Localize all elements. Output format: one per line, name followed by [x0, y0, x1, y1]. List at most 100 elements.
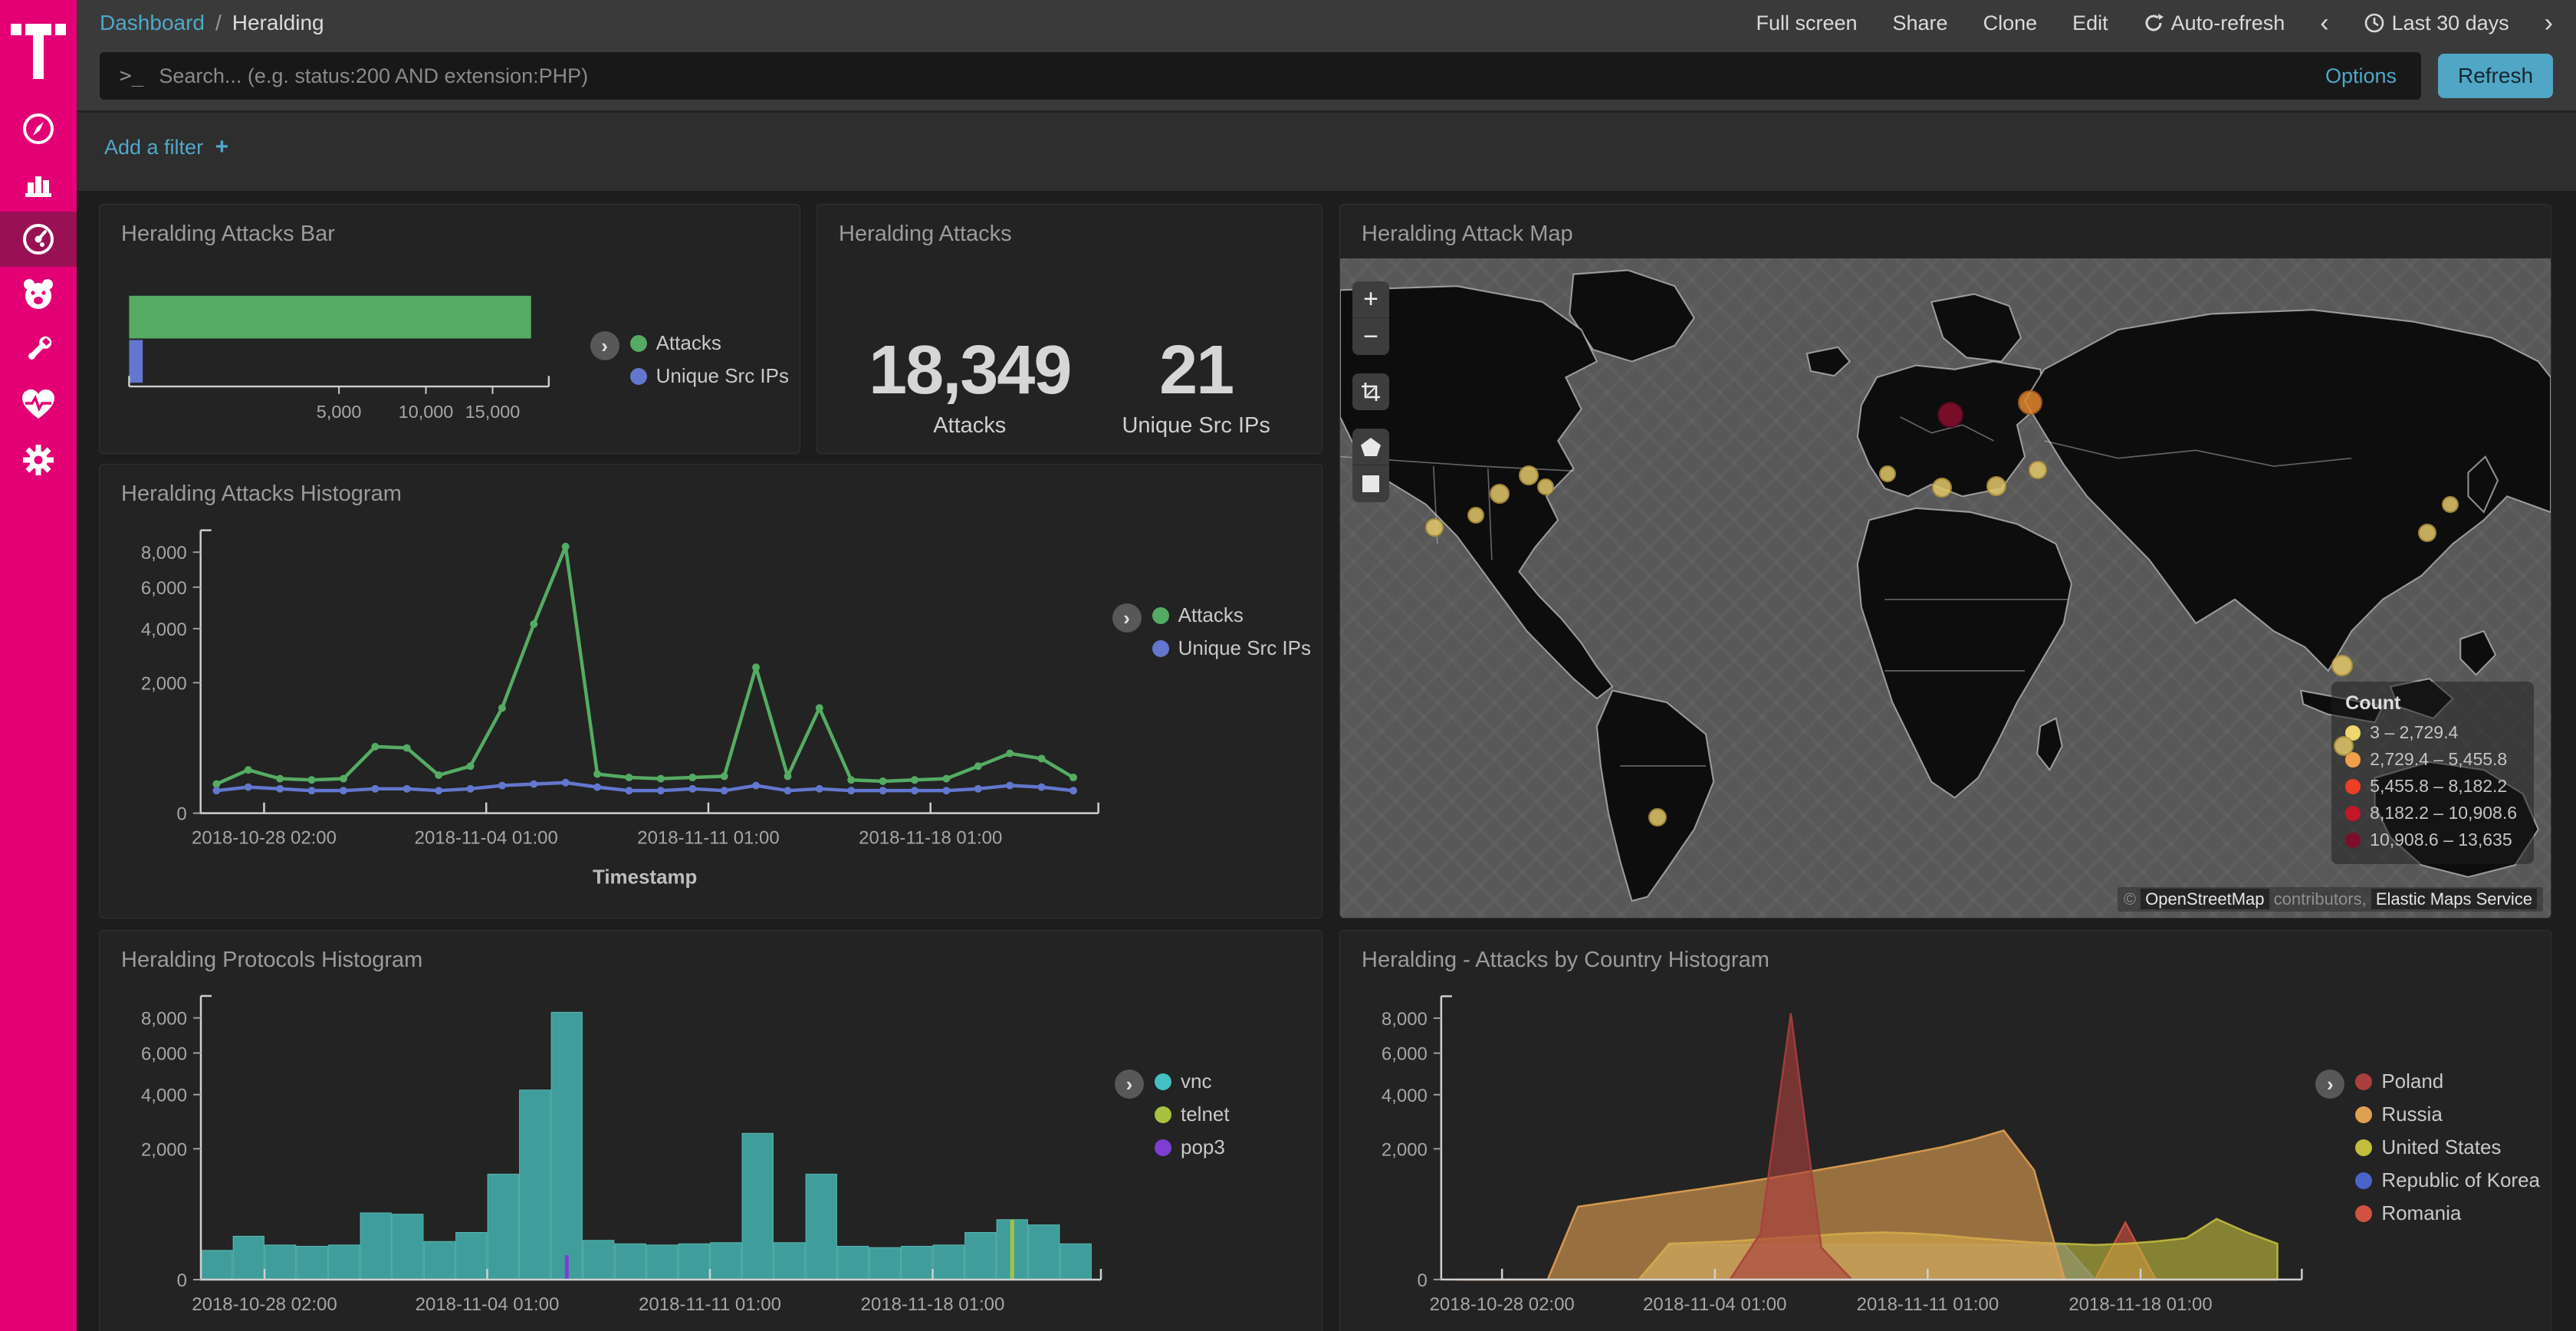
- legend-item-republic-of-korea[interactable]: Republic of Korea: [2355, 1168, 2540, 1192]
- refresh-icon: [2144, 13, 2164, 33]
- osm-link[interactable]: OpenStreetMap: [2141, 889, 2269, 909]
- action-full-screen[interactable]: Full screen: [1756, 12, 1857, 35]
- map-legend-bucket: 5,455.8 – 8,182.2: [2345, 776, 2517, 797]
- legend-item-unique-src-ips[interactable]: Unique Src IPs: [630, 364, 789, 388]
- sidebar-item-discover[interactable]: [0, 101, 77, 156]
- attacks-histogram-legend: › Attacks Unique Src IPs: [1112, 603, 1311, 908]
- map-marker[interactable]: [1537, 478, 1554, 495]
- panel-title: Heralding Attack Map: [1340, 205, 2551, 258]
- map-marker[interactable]: [1879, 465, 1896, 482]
- bear-icon: [21, 278, 56, 311]
- map-marker[interactable]: [1937, 402, 1963, 428]
- gauge-icon: [21, 222, 55, 256]
- map-legend-bucket: 8,182.2 – 10,908.6: [2345, 803, 2517, 823]
- action-edit[interactable]: Edit: [2072, 12, 2108, 35]
- time-range-picker[interactable]: Last 30 days: [2364, 12, 2509, 35]
- map-marker[interactable]: [2442, 496, 2459, 513]
- dashboard-grid: Heralding Attacks Bar 5,00010,00015,000 …: [77, 191, 2576, 1331]
- map-draw-polygon-button[interactable]: [1352, 429, 1389, 465]
- map-marker[interactable]: [2418, 524, 2436, 542]
- bucket-range: 2,729.4 – 5,455.8: [2370, 749, 2507, 770]
- legend-toggle[interactable]: ›: [2315, 1070, 2344, 1099]
- legend-label: telnet: [1181, 1103, 1230, 1126]
- legend-label: Unique Src IPs: [1178, 636, 1311, 660]
- breadcrumb-page-title: Heralding: [232, 11, 324, 35]
- legend-toggle[interactable]: ›: [1112, 603, 1142, 633]
- filter-bar: Add a filter +: [77, 110, 2576, 191]
- map-marker[interactable]: [1425, 518, 1444, 537]
- map-marker[interactable]: [2334, 736, 2354, 756]
- sidebar-item-visualize[interactable]: [0, 156, 77, 212]
- legend-item-telnet[interactable]: telnet: [1155, 1103, 1230, 1126]
- map-fit-bounds-button[interactable]: [1352, 373, 1389, 410]
- action-share[interactable]: Share: [1893, 12, 1948, 35]
- panel-title: Heralding - Attacks by Country Histogram: [1340, 931, 2551, 984]
- legend-label: Attacks: [1178, 603, 1244, 627]
- metric-label: Unique Src IPs: [1122, 413, 1270, 439]
- legend-item-pop3[interactable]: pop3: [1155, 1135, 1230, 1159]
- map-marker[interactable]: [2018, 390, 2042, 415]
- map-legend-title: Count: [2345, 692, 2517, 715]
- legend-toggle[interactable]: ›: [590, 331, 619, 360]
- map-legend-bucket: 3 – 2,729.4: [2345, 722, 2517, 743]
- svg-text:2018-10-28 02:00: 2018-10-28 02:00: [1430, 1294, 1575, 1315]
- protocols-bar-chart: 02,0004,0006,0008,0002018-10-28 02:00201…: [110, 987, 1115, 1331]
- map-marker[interactable]: [1490, 484, 1510, 504]
- auto-refresh-button[interactable]: Auto-refresh: [2144, 12, 2285, 35]
- add-filter-link[interactable]: Add a filter +: [104, 136, 228, 159]
- sidebar-item-dev-tools[interactable]: [0, 322, 77, 377]
- svg-text:6,000: 6,000: [141, 578, 187, 599]
- ems-link[interactable]: Elastic Maps Service: [2371, 889, 2537, 909]
- sidebar-item-monitoring[interactable]: [0, 377, 77, 432]
- legend-dot: [2355, 1106, 2372, 1123]
- search-input[interactable]: [159, 64, 2305, 88]
- bucket-range: 8,182.2 – 10,908.6: [2370, 803, 2517, 823]
- legend-item-attacks[interactable]: Attacks: [1152, 603, 1311, 627]
- legend-label: Republic of Korea: [2381, 1168, 2540, 1192]
- legend-item-romania[interactable]: Romania: [2355, 1201, 2540, 1225]
- svg-text:2,000: 2,000: [1382, 1139, 1428, 1160]
- map-zoom-in-button[interactable]: +: [1352, 281, 1389, 318]
- map-draw-rectangle-button[interactable]: [1352, 465, 1389, 502]
- map-legend-bucket: 2,729.4 – 5,455.8: [2345, 749, 2517, 770]
- bucket-range: 3 – 2,729.4: [2370, 722, 2458, 743]
- time-forward-chevron[interactable]: ›: [2545, 8, 2553, 38]
- map-marker[interactable]: [1648, 808, 1667, 827]
- map-zoom-out-button[interactable]: −: [1352, 318, 1389, 355]
- legend-item-poland[interactable]: Poland: [2355, 1070, 2540, 1093]
- svg-text:2,000: 2,000: [141, 1139, 187, 1160]
- svg-text:0: 0: [176, 804, 186, 825]
- sidebar-item-dashboard[interactable]: [0, 212, 77, 267]
- legend-label: vnc: [1181, 1070, 1211, 1093]
- sidebar-item-t-pot[interactable]: [0, 267, 77, 322]
- world-map[interactable]: + −: [1340, 258, 2551, 918]
- map-marker[interactable]: [1519, 465, 1539, 485]
- svg-text:2018-10-28 02:00: 2018-10-28 02:00: [192, 828, 337, 849]
- breadcrumb-dashboard-link[interactable]: Dashboard: [100, 11, 205, 35]
- map-marker[interactable]: [1986, 476, 2006, 496]
- time-back-chevron[interactable]: ‹: [2320, 8, 2328, 38]
- query-options-link[interactable]: Options: [2325, 64, 2397, 88]
- legend-item-attacks[interactable]: Attacks: [630, 331, 789, 355]
- legend-item-united-states[interactable]: United States: [2355, 1135, 2540, 1159]
- map-marker[interactable]: [2331, 655, 2353, 676]
- breadcrumb: Dashboard / Heralding: [100, 11, 324, 35]
- legend-item-russia[interactable]: Russia: [2355, 1103, 2540, 1126]
- action-clone[interactable]: Clone: [1983, 12, 2038, 35]
- legend-item-unique-src-ips[interactable]: Unique Src IPs: [1152, 636, 1311, 660]
- svg-text:8,000: 8,000: [141, 543, 187, 564]
- legend-dot: [2355, 1139, 2372, 1156]
- legend-item-vnc[interactable]: vnc: [1155, 1070, 1230, 1093]
- refresh-button[interactable]: Refresh: [2438, 54, 2553, 98]
- telekom-t-icon: [11, 8, 66, 82]
- metric-value: 18,349: [869, 331, 1070, 410]
- svg-text:15,000: 15,000: [465, 402, 521, 422]
- app: Dashboard / Heralding Full screen Share Cl…: [0, 0, 2576, 1331]
- map-marker[interactable]: [1467, 507, 1484, 524]
- map-marker[interactable]: [1932, 478, 1952, 498]
- metric-attacks: 18,349Attacks: [869, 331, 1070, 439]
- sidebar-item-management[interactable]: [0, 432, 77, 488]
- map-marker[interactable]: [2029, 461, 2047, 479]
- legend-toggle[interactable]: ›: [1115, 1070, 1144, 1099]
- metric-value: 21: [1122, 331, 1270, 410]
